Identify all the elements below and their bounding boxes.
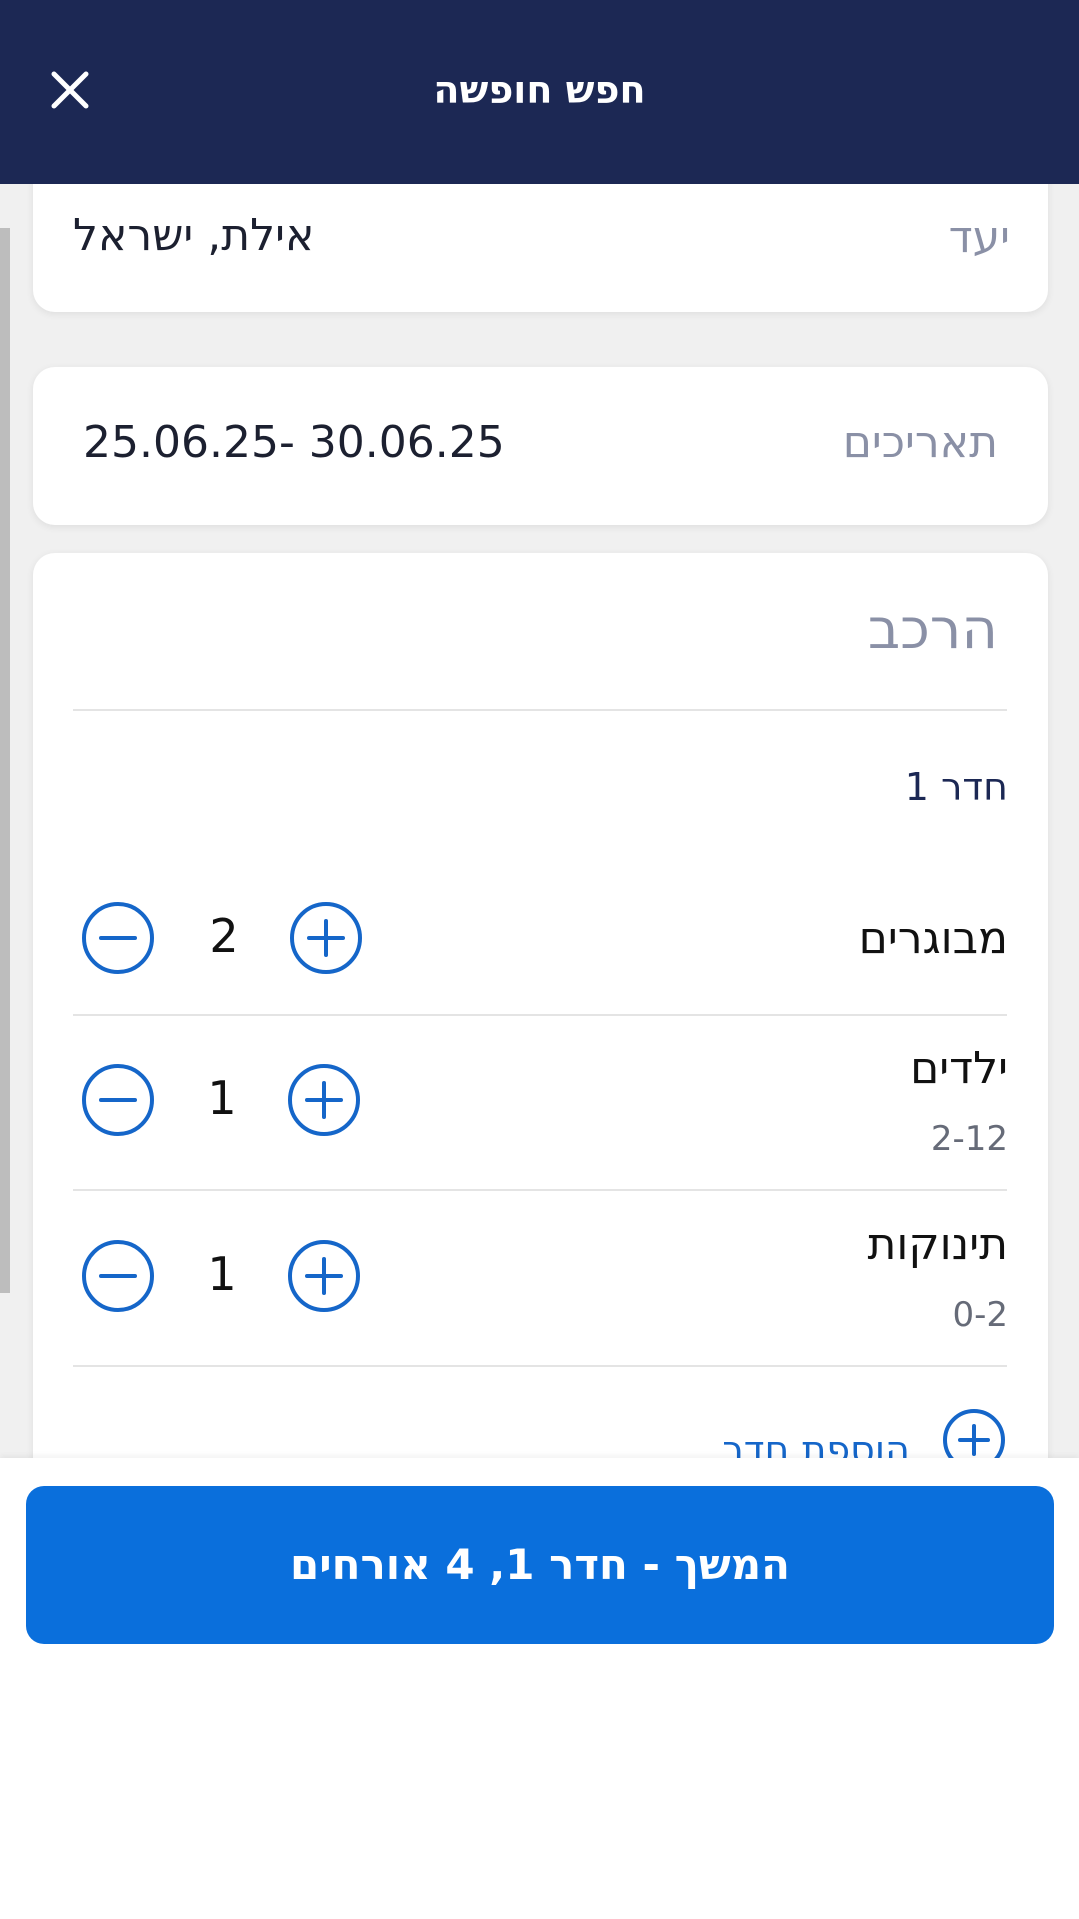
adults-count: 2 (209, 909, 239, 963)
plus-icon (290, 902, 362, 974)
children-label: ילדים (910, 1043, 1008, 1094)
room-title: חדר 1 (904, 765, 1008, 809)
minus-icon (82, 1064, 154, 1136)
composition-title: הרכב (867, 597, 998, 662)
infants-count: 1 (207, 1247, 237, 1301)
scrollbar[interactable] (0, 228, 10, 1293)
header-bar: חפש חופשה (0, 0, 1079, 184)
adults-increment-button[interactable] (289, 901, 363, 975)
children-count: 1 (207, 1071, 237, 1125)
children-increment-button[interactable] (287, 1063, 361, 1137)
plus-icon (288, 1240, 360, 1312)
minus-icon (82, 902, 154, 974)
destination-value: אילת, ישראל (73, 210, 315, 261)
page-title: חפש חופשה (433, 68, 646, 112)
continue-button[interactable]: המשך - חדר 1, 4 אורחים (26, 1486, 1054, 1644)
adults-decrement-button[interactable] (81, 901, 155, 975)
divider (73, 1365, 1007, 1367)
infants-increment-button[interactable] (287, 1239, 361, 1313)
dates-label: תאריכים (842, 417, 998, 468)
infants-label: תינוקות (867, 1219, 1009, 1270)
infants-decrement-button[interactable] (81, 1239, 155, 1313)
divider (73, 1014, 1007, 1016)
composition-card: הרכב חדר 1 מבוגרים 2 ילדים 2-12 1 תינוקו… (33, 553, 1048, 1553)
children-age-range: 2-12 (930, 1119, 1008, 1159)
children-decrement-button[interactable] (81, 1063, 155, 1137)
divider (73, 709, 1007, 711)
divider (73, 1189, 1007, 1191)
minus-icon (82, 1240, 154, 1312)
dates-field[interactable]: תאריכים 25.06.25- 30.06.25 (33, 367, 1048, 525)
page: יעד אילת, ישראל תאריכים 25.06.25- 30.06.… (0, 0, 1079, 1919)
infants-age-range: 0-2 (952, 1295, 1008, 1335)
bottom-bar: המשך - חדר 1, 4 אורחים (0, 1458, 1079, 1919)
plus-icon (288, 1064, 360, 1136)
adults-label: מבוגרים (858, 913, 1008, 964)
destination-label: יעד (948, 212, 1010, 263)
dates-value: 25.06.25- 30.06.25 (83, 417, 505, 468)
